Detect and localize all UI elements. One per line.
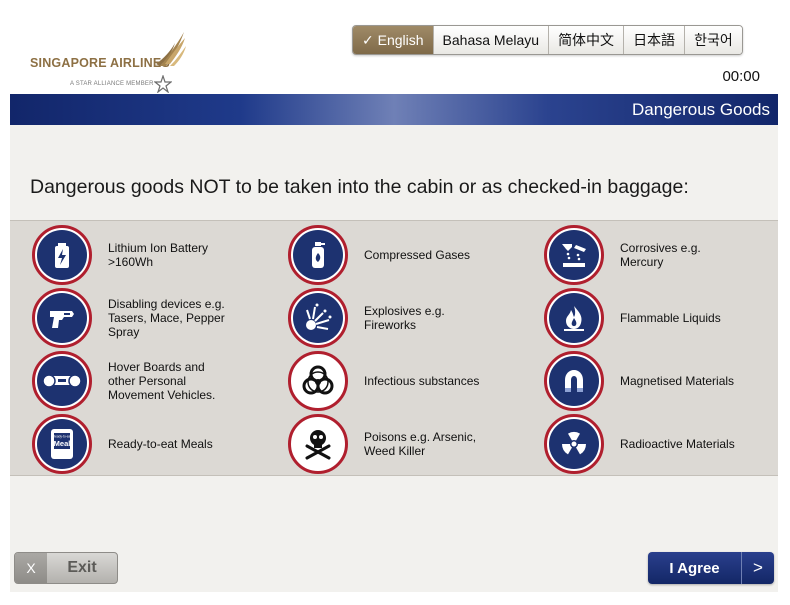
biohazard-icon bbox=[302, 365, 334, 395]
good-icon-disc bbox=[293, 293, 343, 343]
goods-item: Flammable Liquids bbox=[522, 287, 772, 349]
meal-pack-icon: Ready-to-eat Meal bbox=[51, 429, 73, 459]
good-icon-disc bbox=[549, 356, 599, 406]
agree-button[interactable]: I Agree > bbox=[648, 552, 774, 584]
meal-pack-big-text: Meal bbox=[54, 439, 71, 448]
title-band: Dangerous Goods bbox=[10, 94, 778, 125]
exit-x-icon: X bbox=[15, 553, 47, 583]
hoverboard-icon bbox=[42, 374, 82, 388]
good-icon-disc bbox=[37, 293, 87, 343]
goods-item-label: Lithium Ion Battery >160Wh bbox=[108, 241, 209, 269]
lang-chinese-button[interactable]: 简体中文 bbox=[548, 26, 624, 54]
goods-item: Corrosives e.g. Mercury bbox=[522, 224, 772, 286]
exit-button[interactable]: X Exit bbox=[14, 552, 118, 584]
main-message: Dangerous goods NOT to be taken into the… bbox=[30, 176, 689, 198]
gas-canister-icon bbox=[312, 242, 325, 268]
goods-item: Magnetised Materials bbox=[522, 350, 772, 412]
language-selector: ✓ English Bahasa Melayu 简体中文 日本語 한국어 bbox=[352, 25, 743, 55]
logo-bird-icon bbox=[156, 32, 186, 66]
goods-item-label: Poisons e.g. Arsenic, Weed Killer bbox=[364, 430, 477, 458]
goods-item-label: Ready-to-eat Meals bbox=[108, 437, 213, 451]
goods-item-label: Corrosives e.g. Mercury bbox=[620, 241, 701, 269]
good-icon-disc bbox=[37, 356, 87, 406]
goods-item: Lithium Ion Battery >160Wh bbox=[10, 224, 260, 286]
good-icon-disc bbox=[293, 356, 343, 406]
good-icon-disc bbox=[549, 419, 599, 469]
agree-label: I Agree bbox=[648, 552, 742, 584]
lang-malay-button[interactable]: Bahasa Melayu bbox=[432, 26, 549, 54]
good-icon-disc bbox=[549, 293, 599, 343]
good-icon-ring bbox=[32, 225, 92, 285]
goods-item-label: Hover Boards and other Personal Movement… bbox=[108, 360, 216, 402]
good-icon-ring bbox=[544, 414, 604, 474]
session-timer: 00:00 bbox=[722, 68, 760, 85]
kiosk-screen: SINGAPORE AIRLINES A STAR ALLIANCE MEMBE… bbox=[10, 14, 778, 592]
goods-item-label: Explosives e.g. Fireworks bbox=[364, 304, 445, 332]
goods-item: Compressed Gases bbox=[266, 224, 516, 286]
goods-item: Infectious substances bbox=[266, 350, 516, 412]
skull-crossbones-icon bbox=[305, 430, 331, 460]
good-icon-disc bbox=[293, 419, 343, 469]
star-alliance-icon bbox=[154, 75, 172, 93]
corrosive-icon bbox=[562, 244, 586, 267]
good-icon-ring bbox=[288, 225, 348, 285]
good-icon-ring: Ready-to-eat Meal bbox=[32, 414, 92, 474]
taser-icon bbox=[50, 311, 74, 328]
magnet-icon bbox=[565, 370, 583, 392]
goods-item-label: Magnetised Materials bbox=[620, 374, 735, 388]
goods-item: Ready-to-eat Meal Ready-to-eat Meals bbox=[10, 413, 260, 475]
lang-japanese-button[interactable]: 日本語 bbox=[623, 26, 685, 54]
good-icon-disc bbox=[549, 230, 599, 280]
chevron-right-icon: > bbox=[753, 558, 763, 577]
meal-pack-small-text: Ready-to-eat bbox=[53, 435, 72, 439]
goods-grid: Lithium Ion Battery >160Wh Compressed Ga… bbox=[10, 220, 778, 476]
airline-logo: SINGAPORE AIRLINES A STAR ALLIANCE MEMBE… bbox=[30, 24, 190, 93]
goods-item-label: Compressed Gases bbox=[364, 248, 471, 262]
goods-item: Disabling devices e.g. Tasers, Mace, Pep… bbox=[10, 287, 260, 349]
explosion-icon bbox=[306, 303, 332, 330]
page-title: Dangerous Goods bbox=[632, 100, 770, 119]
good-icon-ring bbox=[288, 288, 348, 348]
flame-icon bbox=[564, 306, 584, 331]
logo-wordmark: SINGAPORE AIRLINES bbox=[30, 56, 170, 70]
goods-item: Poisons e.g. Arsenic, Weed Killer bbox=[266, 413, 516, 475]
good-icon-ring bbox=[544, 288, 604, 348]
good-icon-disc bbox=[37, 230, 87, 280]
lang-english-button[interactable]: ✓ English bbox=[353, 26, 433, 54]
logo-tagline: A STAR ALLIANCE MEMBER bbox=[70, 81, 154, 87]
good-icon-ring bbox=[32, 351, 92, 411]
good-icon-ring bbox=[288, 351, 348, 411]
good-icon-ring bbox=[544, 351, 604, 411]
radioactive-icon bbox=[562, 431, 586, 455]
exit-label: Exit bbox=[67, 559, 97, 576]
good-icon-ring bbox=[32, 288, 92, 348]
goods-item-label: Disabling devices e.g. Tasers, Mace, Pep… bbox=[108, 297, 225, 339]
good-icon-disc bbox=[293, 230, 343, 280]
goods-item-label: Flammable Liquids bbox=[620, 311, 721, 325]
good-icon-disc: Ready-to-eat Meal bbox=[37, 419, 87, 469]
goods-item: Explosives e.g. Fireworks bbox=[266, 287, 516, 349]
goods-item: Radioactive Materials bbox=[522, 413, 772, 475]
good-icon-ring bbox=[544, 225, 604, 285]
header: SINGAPORE AIRLINES A STAR ALLIANCE MEMBE… bbox=[10, 14, 778, 94]
goods-item-label: Radioactive Materials bbox=[620, 437, 735, 451]
battery-icon bbox=[55, 243, 69, 268]
goods-item: Hover Boards and other Personal Movement… bbox=[10, 350, 260, 412]
lang-korean-button[interactable]: 한국어 bbox=[684, 26, 742, 54]
goods-item-label: Infectious substances bbox=[364, 374, 480, 388]
good-icon-ring bbox=[288, 414, 348, 474]
